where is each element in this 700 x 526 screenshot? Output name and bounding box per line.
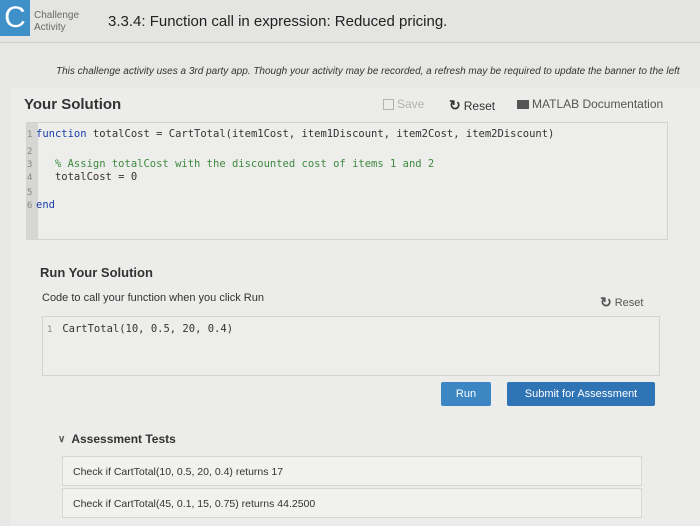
challenge-logo-icon: C (0, 0, 30, 36)
code-keyword: end (36, 199, 55, 211)
badge-line-1: Challenge (34, 10, 80, 21)
chevron-down-icon: ∨ (58, 433, 66, 445)
line-number: 1 (27, 130, 33, 140)
line-number: 3 (27, 160, 33, 170)
assessment-tests-heading: Assessment Tests (71, 432, 176, 446)
code-line: 5 (27, 186, 36, 198)
save-label: Save (397, 97, 425, 111)
line-number: 5 (27, 188, 33, 198)
code-line: 6 end (27, 199, 55, 211)
activity-header: C Challenge Activity 3.3.4: Function cal… (0, 0, 700, 43)
reset-label: Reset (463, 98, 496, 113)
code-line: 4 totalCost = 0 (27, 171, 137, 183)
documentation-label: MATLAB Documentation (532, 97, 664, 111)
third-party-notice: This challenge activity uses a 3rd party… (56, 66, 680, 77)
save-button[interactable]: Save (383, 97, 424, 111)
matlab-documentation-link[interactable]: MATLAB Documentation (517, 97, 663, 111)
run-solution-heading: Run Your Solution (40, 265, 153, 280)
code-text: totalCost = CartTotal(item1Cost, item1Di… (86, 128, 555, 140)
run-button[interactable]: Run (441, 382, 491, 406)
call-description: Code to call your function when you clic… (42, 292, 264, 304)
line-number: 1 (47, 325, 53, 335)
submit-for-assessment-button[interactable]: Submit for Assessment (507, 382, 655, 406)
assessment-tests-toggle[interactable]: ∨ Assessment Tests (58, 432, 176, 446)
code-keyword: function (36, 128, 87, 140)
code-line: 1 function totalCost = CartTotal(item1Cos… (27, 128, 554, 140)
code-line: 1 CartTotal(10, 0.5, 20, 0.4) (47, 323, 233, 335)
code-comment: % Assign totalCost with the discounted c… (36, 158, 435, 170)
code-line: 3 % Assign totalCost with the discounted… (27, 158, 434, 170)
solution-code-editor[interactable]: 1 function totalCost = CartTotal(item1Cos… (26, 122, 668, 240)
function-call-editor[interactable]: 1 CartTotal(10, 0.5, 20, 0.4) (42, 316, 660, 376)
reset-solution-button[interactable]: ↻ Reset (449, 97, 495, 114)
assessment-test-item: Check if CartTotal(45, 0.1, 15, 0.75) re… (62, 488, 642, 518)
reset-call-button[interactable]: ↻ Reset (600, 294, 643, 311)
activity-title: 3.3.4: Function call in expression: Redu… (108, 13, 448, 30)
reset-icon: ↻ (600, 294, 612, 310)
line-number: 2 (27, 147, 33, 157)
reset-icon: ↻ (449, 97, 461, 113)
badge-line-2: Activity (34, 22, 66, 33)
save-icon (383, 98, 394, 110)
code-text: totalCost = 0 (36, 171, 138, 183)
line-number: 4 (27, 173, 33, 183)
challenge-activity-badge: Challenge Activity (34, 10, 79, 34)
reset-label: Reset (614, 296, 644, 309)
code-line: 2 (27, 145, 36, 157)
call-code: CartTotal(10, 0.5, 20, 0.4) (62, 323, 234, 335)
assessment-test-item: Check if CartTotal(10, 0.5, 20, 0.4) ret… (62, 456, 642, 486)
book-icon (517, 99, 529, 109)
line-number: 6 (27, 201, 33, 211)
your-solution-heading: Your Solution (24, 96, 122, 113)
